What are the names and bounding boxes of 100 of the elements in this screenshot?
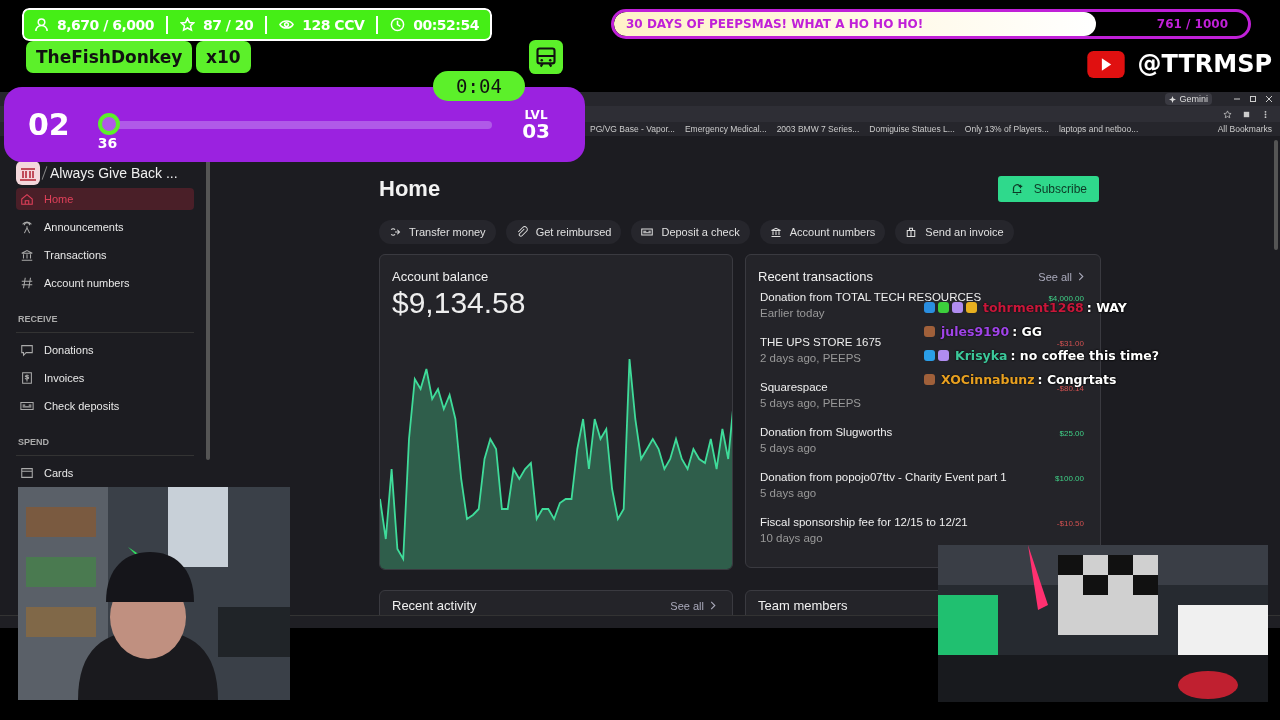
chat-username: jules9190 (941, 323, 1010, 339)
transaction-amount: $4,000.00 (1048, 293, 1084, 303)
stat-value: 87 / 20 (202, 16, 254, 33)
dollar-icon (20, 371, 34, 385)
chat-badge-icon (952, 301, 963, 313)
balance-amount: $9,134.58 (391, 285, 527, 320)
goal-title: 30 DAYS OF PEEPSMAS! WHAT A HO HO HO! (626, 17, 924, 31)
current-level: 02 (28, 107, 70, 142)
chevron-icon (710, 601, 716, 610)
chat-username: XOCinnabunz (941, 371, 1035, 387)
chat-badge-icon (924, 325, 935, 337)
organization-name[interactable]: Always Give Back ... (50, 165, 178, 181)
bank-icon (20, 248, 34, 262)
sidebar-item[interactable]: Account numbers (16, 272, 194, 294)
channel-handle: @TTRMSP (1137, 50, 1272, 78)
bag-icon (905, 226, 918, 238)
transaction-name: Squarespace (760, 381, 829, 393)
sidebar-item[interactable]: Cards (16, 462, 194, 484)
transaction-date: 5 days ago, PEEPS (760, 397, 861, 409)
action-chip[interactable]: Transfer money (379, 220, 496, 244)
home-icon (20, 192, 34, 206)
sidebar-item[interactable]: Transactions (16, 244, 194, 266)
transaction-name: THE UPS STORE 1675 (760, 336, 882, 348)
bookmark[interactable]: 2003 BMW 7 Series... (776, 124, 860, 134)
subscribe-button[interactable]: Subscribe (997, 176, 1099, 202)
transaction-date: 10 days ago (760, 532, 824, 544)
section-heading: RECEIVE (16, 300, 194, 333)
transaction-date: 5 days ago (760, 487, 818, 499)
chat-message: : GG (1012, 323, 1043, 339)
chevron-icon (1078, 272, 1084, 281)
gemini-button[interactable]: Gemini (1165, 93, 1212, 105)
transaction-name: Donation from popojo07ttv - Charity Event part 1 (760, 471, 1007, 483)
sidebar-item[interactable]: Invoices (16, 367, 194, 389)
action-chip[interactable]: Deposit a check (631, 220, 750, 244)
eye-icon (279, 17, 295, 32)
stat-value: 00:52:54 (413, 16, 479, 33)
chat-badge-icon (938, 301, 949, 313)
level-label: LVL (524, 108, 548, 121)
bookmark[interactable]: PG/VG Base - Vapor... (590, 124, 675, 134)
transaction-name: Donation from TOTAL TECH RESOURCES (760, 291, 982, 303)
star-icon (179, 17, 195, 32)
chat-message: : WAY (1086, 299, 1127, 315)
transaction-date: 5 days ago (760, 442, 818, 454)
transaction-date: Earlier today (760, 307, 826, 319)
chat-icon (20, 343, 34, 357)
bank-icon (769, 226, 782, 238)
chat-badge-icon (966, 301, 977, 313)
see-all-link[interactable]: See all (670, 599, 716, 612)
bookmark[interactable]: Domiguise Statues L... (869, 124, 955, 134)
extensions-icon[interactable] (1242, 109, 1251, 119)
transaction-amount: $25.00 (1059, 428, 1084, 438)
stat-value: 8,670 / 6,000 (57, 16, 154, 33)
clock-icon (390, 17, 406, 32)
card-icon (20, 466, 34, 480)
transaction-name: Fiscal sponsorship fee for 12/15 to 12/21 (760, 516, 968, 528)
check-icon (20, 399, 34, 413)
hash-icon (20, 276, 34, 290)
org-logo-icon (16, 161, 40, 185)
goal-reading: 761 / 1000 (1156, 17, 1228, 31)
action-chip[interactable]: Account numbers (759, 220, 886, 244)
section-heading: SPEND (16, 423, 194, 456)
chat-message: : no coffee this time? (1010, 347, 1160, 363)
clip-icon (515, 226, 528, 238)
antenna-icon (20, 220, 34, 234)
action-chip[interactable]: Send an invoice (895, 220, 1014, 244)
restore-icon[interactable] (1248, 94, 1258, 104)
bookmark[interactable]: laptops and netboo... (1058, 124, 1139, 134)
transaction-name: Donation from Slugworths (760, 426, 893, 438)
chat-badge-icon (924, 301, 935, 313)
star-icon[interactable] (1223, 109, 1232, 119)
action-chip[interactable]: Get reimbursed (505, 220, 622, 244)
chat-badge-icon (924, 373, 935, 385)
chat-badge-icon (938, 349, 949, 361)
points-value: 36 (97, 134, 118, 151)
transaction-date: 2 days ago, PEEPS (760, 352, 862, 364)
sidebar-item[interactable]: Check deposits (16, 395, 194, 417)
sidebar-item[interactable]: Donations (16, 339, 194, 361)
all-bookmarks-button[interactable]: All Bookmarks (1217, 124, 1272, 134)
timer-badge: 0:04 (433, 71, 525, 101)
multiplier-badge: x10 (196, 41, 251, 73)
card-title: Recent transactions (758, 269, 873, 284)
see-all-link[interactable]: See all (1038, 270, 1084, 283)
play-button-icon (1087, 50, 1126, 78)
check-icon (641, 226, 654, 238)
page-title: Home (379, 176, 441, 202)
chat-message: : Congrtats (1037, 371, 1117, 387)
bookmark[interactable]: Only 13% of Players... (964, 124, 1049, 134)
balance-label: Account balance (391, 268, 490, 284)
chat-username: Krisyka (955, 347, 1008, 363)
person-icon (34, 17, 49, 32)
sidebar-item[interactable]: Announcements (16, 216, 194, 238)
card-title: Team members (758, 598, 848, 613)
transaction-amount: -$31.00 (1056, 338, 1084, 348)
transfer-icon (389, 226, 401, 238)
chat-badge-icon (924, 349, 935, 361)
close-icon[interactable] (1264, 94, 1274, 104)
card-title: Recent activity (392, 598, 477, 613)
stat-value: 128 CCV (302, 16, 365, 33)
bookmark[interactable]: Emergency Medical... (684, 124, 767, 134)
streamer-name: TheFishDonkey (26, 41, 193, 73)
